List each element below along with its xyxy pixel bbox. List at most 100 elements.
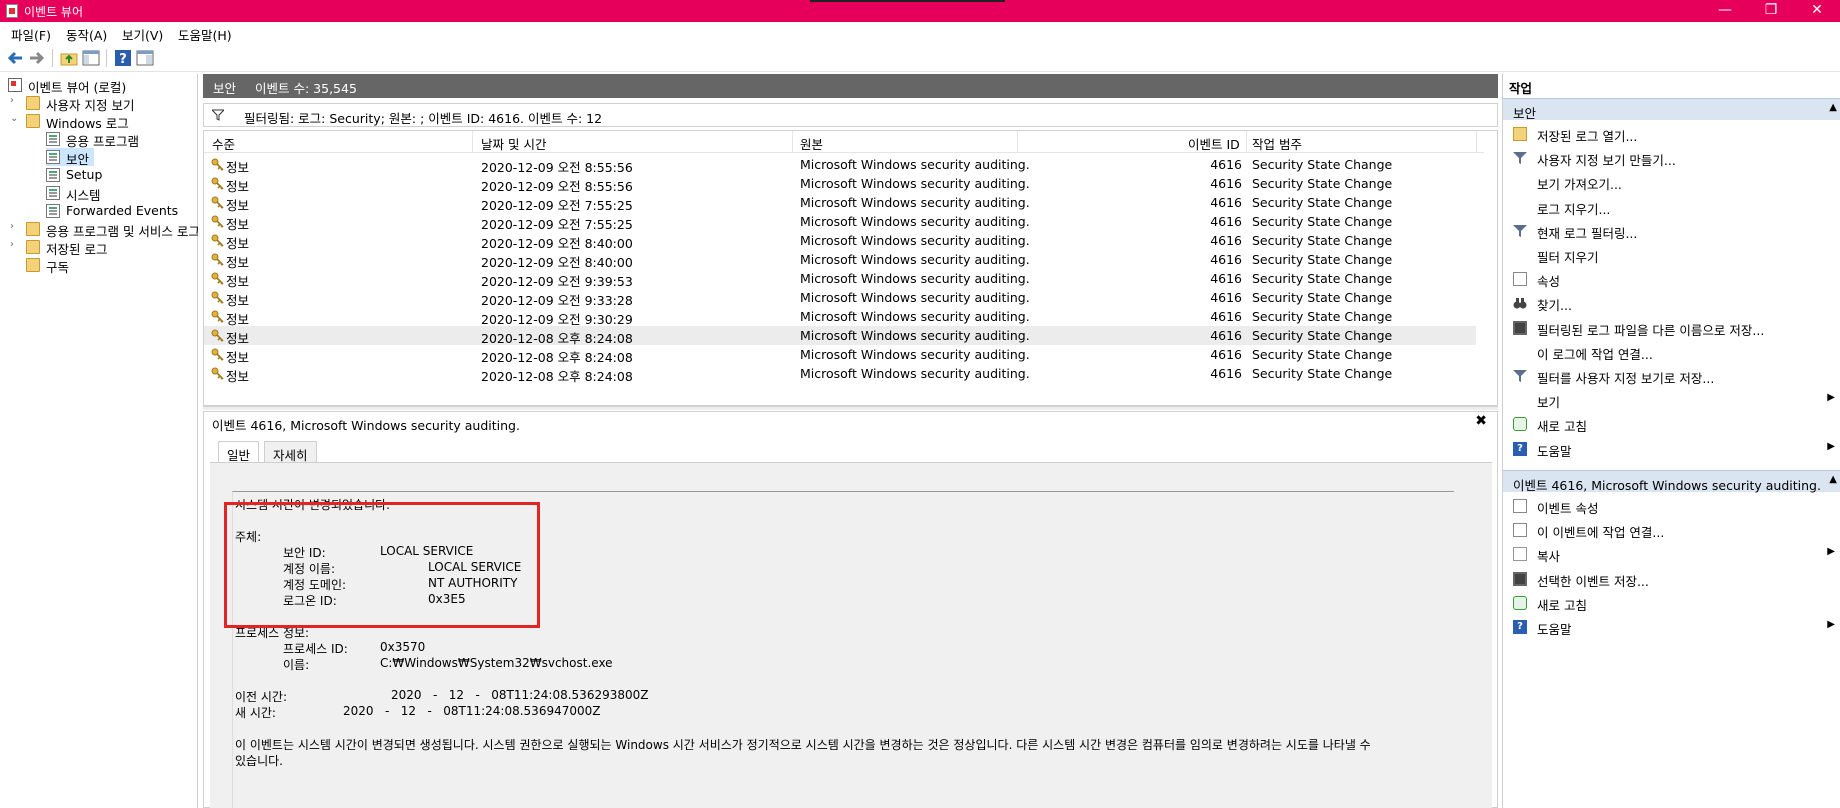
action-item[interactable]: 저장된 로그 열기... (1503, 122, 1840, 146)
expand-arrow-icon[interactable]: › (10, 221, 20, 232)
filter-description: 필터링됨: 로그: Security; 원본: ; 이벤트 ID: 4616. … (244, 111, 603, 126)
back-arrow-icon[interactable] (6, 49, 24, 67)
action-item[interactable]: 사용자 지정 보기 만들기... (1503, 146, 1840, 170)
expand-arrow-icon[interactable]: › (10, 95, 20, 106)
collapse-icon[interactable]: ▲ (1829, 102, 1837, 113)
forward-arrow-icon[interactable] (28, 49, 46, 67)
action-label: 도움말 (1537, 443, 1572, 459)
action-item[interactable]: 복사 ▶ (1503, 542, 1840, 566)
table-row[interactable]: 정보 2020-12-09 오전 7:55:25 Microsoft Windows… (204, 212, 1476, 232)
column-separator[interactable] (1246, 131, 1247, 153)
action-item[interactable]: 새로 고침 (1503, 412, 1840, 436)
cell-task-category: Security State Change (1252, 309, 1393, 324)
funnel-star-icon (1513, 152, 1527, 165)
table-row[interactable]: 정보 2020-12-08 오후 8:24:08 Microsoft Windows… (204, 364, 1476, 384)
action-label: 사용자 지정 보기 만들기... (1537, 153, 1676, 169)
key-icon (211, 272, 224, 285)
table-row[interactable]: 정보 2020-12-09 오전 9:39:53 Microsoft Windows… (204, 269, 1476, 289)
action-item[interactable]: 이벤트 속성 (1503, 494, 1840, 518)
action-label: 보기 (1537, 395, 1561, 411)
action-item[interactable]: 보기 가져오기... (1503, 170, 1840, 194)
column-separator[interactable] (1476, 131, 1477, 153)
toolbar-separator (52, 49, 53, 67)
table-row[interactable]: 정보 2020-12-08 오후 8:24:08 Microsoft Windows… (204, 345, 1476, 365)
actions-section-event[interactable]: 이벤트 4616, Microsoft Windows security aud… (1503, 470, 1840, 493)
cell-task-category: Security State Change (1252, 347, 1393, 362)
action-item[interactable]: 현재 로그 필터링... (1503, 219, 1840, 243)
column-separator[interactable] (1017, 131, 1018, 153)
table-row[interactable]: 정보 2020-12-09 오전 9:33:28 Microsoft Windows… (204, 288, 1476, 308)
cell-source: Microsoft Windows security auditing. (800, 271, 1030, 286)
table-row[interactable]: 정보 2020-12-08 오후 8:24:08 Microsoft Windows… (204, 326, 1476, 346)
tree-item-forwarded-events[interactable]: Forwarded Events (46, 202, 198, 220)
cell-event-id: 4616 (1210, 366, 1242, 381)
tree-item-security-log[interactable]: 보안 (46, 148, 94, 167)
tab-general[interactable]: 일반 (218, 441, 260, 463)
key-icon (211, 177, 224, 190)
menu-view[interactable]: 보기(V) (122, 25, 163, 44)
action-item[interactable]: 이 로그에 작업 연결... (1503, 340, 1840, 364)
tree-item-saved-logs[interactable]: › 저장된 로그 (10, 238, 198, 257)
actions-pane: 작업 보안 ▲ 저장된 로그 열기... 사용자 지정 보기 만들기... 보기 가… (1502, 74, 1840, 808)
tree-item-windows-logs[interactable]: ⌄ Windows 로그 (10, 112, 198, 131)
action-item[interactable]: 보기 ▶ (1503, 388, 1840, 412)
minimize-button[interactable]: — (1702, 0, 1748, 22)
table-row[interactable]: 정보 2020-12-09 오전 9:30:29 Microsoft Windows… (204, 307, 1476, 327)
action-item[interactable]: 필터링된 로그 파일을 다른 이름으로 저장... (1503, 316, 1840, 340)
show-hide-tree-icon[interactable] (82, 49, 100, 67)
table-row[interactable]: 정보 2020-12-09 오전 8:55:56 Microsoft Windows… (204, 174, 1476, 194)
action-item[interactable]: 새로 고침 (1503, 591, 1840, 615)
tree-item-subscriptions[interactable]: 구독 (26, 256, 198, 275)
table-row[interactable]: 정보 2020-12-09 오전 8:55:56 Microsoft Windows… (204, 155, 1476, 175)
tree-item-setup-log[interactable]: Setup (46, 166, 198, 184)
table-row[interactable]: 정보 2020-12-09 오전 8:40:00 Microsoft Windows… (204, 250, 1476, 270)
key-icon (211, 215, 224, 228)
tree-item-system-log[interactable]: 시스템 (46, 184, 198, 203)
column-event-id[interactable]: 이벤트 ID (1188, 134, 1240, 153)
column-task-category[interactable]: 작업 범주 (1252, 134, 1302, 153)
title-drag-indicator (810, 0, 1005, 2)
action-item[interactable]: 로그 지우기... (1503, 195, 1840, 219)
log-name: 보안 (213, 81, 237, 96)
action-item[interactable]: 필터를 사용자 지정 보기로 저장... (1503, 364, 1840, 388)
table-row[interactable]: 정보 2020-12-09 오전 8:40:00 Microsoft Windows… (204, 231, 1476, 251)
action-item[interactable]: 필터 지우기 (1503, 243, 1840, 267)
column-datetime[interactable]: 날짜 및 시간 (481, 134, 546, 153)
menu-action[interactable]: 동작(A) (66, 25, 107, 44)
close-window-button[interactable]: ✕ (1794, 0, 1840, 22)
tree-item-application-log[interactable]: 응용 프로그램 (46, 130, 198, 149)
collapse-arrow-icon[interactable]: ⌄ (10, 113, 20, 124)
folder-icon (26, 114, 40, 128)
tree-item-apps-services-logs[interactable]: › 응용 프로그램 및 서비스 로그 (10, 220, 198, 238)
up-folder-icon[interactable] (60, 49, 78, 67)
column-separator[interactable] (472, 131, 473, 153)
cell-event-id: 4616 (1210, 309, 1242, 324)
menu-file[interactable]: 파일(F) (11, 25, 51, 44)
column-separator[interactable] (792, 131, 793, 153)
pane-splitter[interactable] (203, 406, 1498, 410)
close-icon[interactable]: ✖ (1475, 413, 1487, 429)
action-item[interactable]: 찾기... (1503, 291, 1840, 315)
action-item[interactable]: ? 도움말 ▶ (1503, 437, 1840, 461)
help-icon[interactable]: ? (114, 49, 132, 67)
column-source[interactable]: 원본 (800, 134, 823, 153)
tab-details[interactable]: 자세히 (264, 441, 317, 463)
cell-task-category: Security State Change (1252, 271, 1393, 286)
expand-arrow-icon[interactable]: › (10, 239, 20, 250)
action-item[interactable]: 이 이벤트에 작업 연결... (1503, 518, 1840, 542)
show-hide-action-pane-icon[interactable] (136, 49, 154, 67)
actions-section-security[interactable]: 보안 ▲ (1503, 98, 1840, 121)
action-item[interactable]: ? 도움말 ▶ (1503, 615, 1840, 639)
help-icon: ? (1513, 620, 1527, 634)
maximize-button[interactable]: ❐ (1748, 0, 1794, 22)
column-level[interactable]: 수준 (212, 134, 235, 153)
action-item[interactable]: 선택한 이벤트 저장... (1503, 567, 1840, 591)
tree-item-custom-views[interactable]: › 사용자 지정 보기 (10, 94, 198, 113)
key-icon (211, 158, 224, 171)
copy-icon (1513, 547, 1527, 562)
collapse-icon[interactable]: ▲ (1829, 474, 1837, 485)
action-item[interactable]: 속성 (1503, 267, 1840, 291)
tree-item-root[interactable]: 이벤트 뷰어 (로컬) (8, 76, 198, 95)
menu-help[interactable]: 도움말(H) (178, 25, 232, 44)
table-row[interactable]: 정보 2020-12-09 오전 7:55:25 Microsoft Windows… (204, 193, 1476, 213)
